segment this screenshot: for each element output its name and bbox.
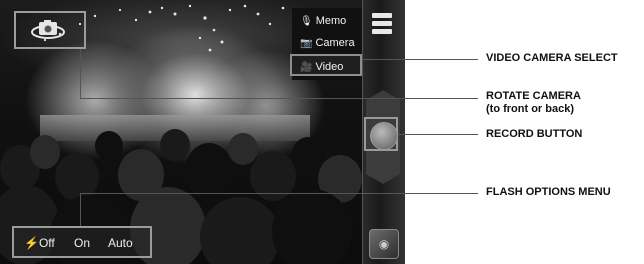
callout-line-rotate xyxy=(80,98,478,99)
callout-rotate-camera-title: ROTATE CAMERA xyxy=(486,90,581,102)
mode-camera-label: Camera xyxy=(315,37,355,49)
callout-line-rotate-drop xyxy=(80,49,81,99)
flash-auto-option[interactable]: Auto xyxy=(108,236,133,250)
callout-rotate-camera-sub: (to front or back) xyxy=(486,103,574,115)
mode-camera[interactable]: 📷 Camera xyxy=(292,32,360,54)
video-camera-icon: 🎥 xyxy=(300,62,313,73)
callout-video-camera-select: VIDEO CAMERA SELECT xyxy=(486,52,618,64)
flash-off-label: Off xyxy=(38,236,55,250)
mode-video[interactable]: 🎥 Video xyxy=(290,54,362,76)
callout-rotate-camera: ROTATE CAMERA (to front or back) xyxy=(486,90,581,116)
camera-rotate-icon xyxy=(31,20,65,39)
flash-options-menu: ⚡Off On Auto xyxy=(12,226,152,258)
hamburger-menu-icon[interactable] xyxy=(372,13,392,37)
callout-line-record xyxy=(398,134,478,135)
microphone-icon: 🎙 xyxy=(300,16,313,27)
rotate-camera-button[interactable] xyxy=(14,11,86,49)
lightning-bolt-icon: ⚡ xyxy=(24,236,39,250)
callout-line-flash xyxy=(80,193,478,194)
mode-memo[interactable]: 🎙 Memo xyxy=(292,10,360,32)
callout-line-flash-drop xyxy=(80,193,81,226)
flash-on-option[interactable]: On xyxy=(74,236,90,250)
callout-flash-options-menu: FLASH OPTIONS MENU xyxy=(486,186,611,198)
mode-memo-label: Memo xyxy=(315,15,347,27)
mode-video-label: Video xyxy=(315,61,344,73)
camera-icon: 📷 xyxy=(300,38,313,49)
callout-line-video xyxy=(362,59,478,60)
camera-mode-menu: 🎙 Memo 📷 Camera 🎥 Video xyxy=(290,8,362,80)
flash-off-option[interactable]: ⚡Off xyxy=(24,236,55,250)
last-photo-thumbnail-icon[interactable]: ◉ xyxy=(369,229,399,259)
record-button[interactable] xyxy=(370,122,398,150)
callout-record-button: RECORD BUTTON xyxy=(486,128,583,140)
